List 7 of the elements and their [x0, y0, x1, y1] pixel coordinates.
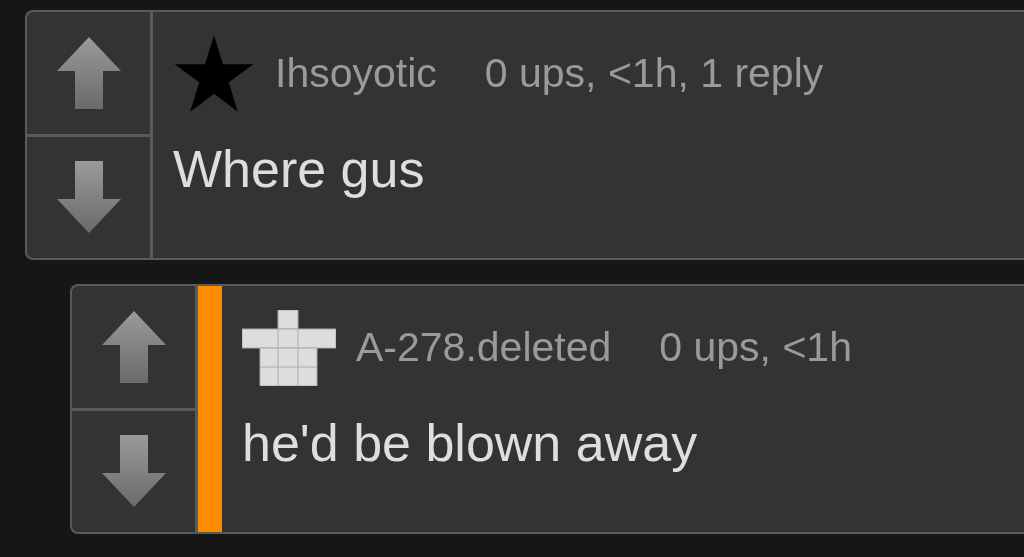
username[interactable]: A-278.deleted	[356, 324, 612, 371]
comment-meta: 0 ups, <1h	[659, 324, 852, 371]
pixel-avatar-icon	[242, 309, 336, 386]
username[interactable]: Ihsoyotic	[275, 50, 437, 97]
comment-meta: 0 ups, <1h, 1 reply	[484, 50, 824, 97]
comment-text: Where gus	[173, 139, 426, 199]
comment-text: he'd be blown away	[242, 413, 699, 473]
